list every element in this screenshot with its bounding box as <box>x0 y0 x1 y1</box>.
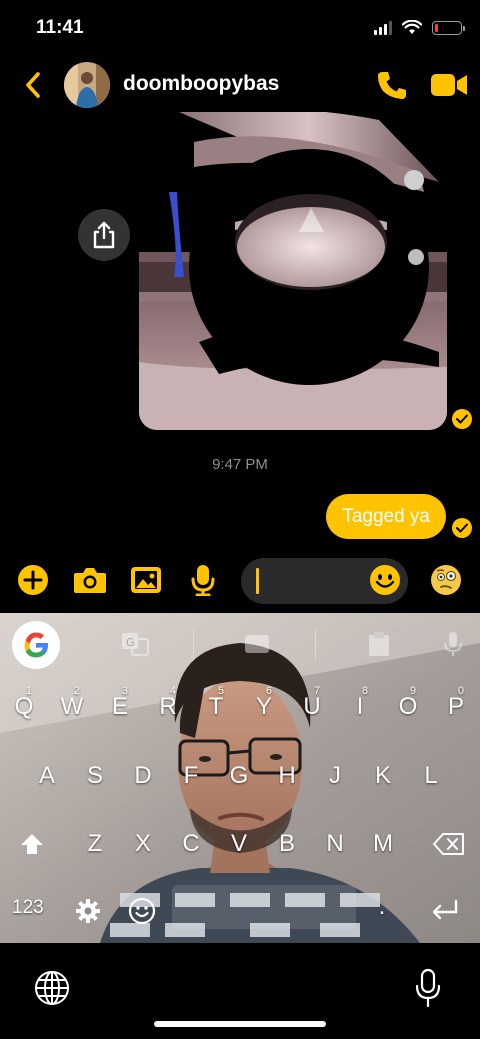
video-camera-icon <box>431 74 467 96</box>
wifi-icon <box>402 20 422 34</box>
key-l[interactable]: L <box>409 750 453 802</box>
return-key[interactable] <box>428 895 462 925</box>
avatar[interactable] <box>64 62 110 108</box>
video-call-button[interactable] <box>430 70 468 100</box>
translate-icon[interactable]: G <box>120 629 150 659</box>
image-message[interactable] <box>139 112 447 430</box>
read-receipt-icon <box>452 518 472 538</box>
key-t[interactable]: T5 <box>194 681 238 733</box>
voice-message-button[interactable] <box>186 563 220 597</box>
3d-render-image <box>139 112 447 430</box>
microphone-icon <box>191 565 215 596</box>
sticker-button[interactable] <box>429 563 463 597</box>
system-bottom-bar <box>0 943 480 1039</box>
period-key[interactable]: . <box>362 883 402 931</box>
microphone-icon <box>415 968 441 1008</box>
phone-icon <box>378 72 406 99</box>
call-button[interactable] <box>375 69 409 103</box>
check-icon <box>456 523 468 533</box>
plus-button[interactable] <box>16 563 50 597</box>
text-cursor <box>256 568 259 594</box>
camera-icon <box>74 568 106 593</box>
globe-icon <box>35 971 69 1005</box>
key-h[interactable]: H <box>265 750 309 802</box>
status-icons <box>374 20 465 35</box>
key-r[interactable]: R4 <box>146 681 190 733</box>
keyboard: G Q1 W2 E3 R4 T5 Y6 U7 I8 O9 P0 A S D F … <box>0 613 480 943</box>
google-icon <box>24 632 48 658</box>
microphone-icon[interactable] <box>438 629 468 659</box>
gear-icon <box>76 899 100 923</box>
read-receipt-icon <box>452 409 472 429</box>
key-z[interactable]: Z <box>73 818 117 870</box>
key-s[interactable]: S <box>73 750 117 802</box>
key-x[interactable]: X <box>121 818 165 870</box>
share-icon <box>93 221 115 249</box>
key-y[interactable]: Y6 <box>242 681 286 733</box>
numbers-key[interactable]: 123 <box>12 897 44 919</box>
key-k[interactable]: K <box>361 750 405 802</box>
backspace-key[interactable] <box>428 818 470 870</box>
avatar-photo <box>64 62 110 108</box>
key-b[interactable]: B <box>265 818 309 870</box>
key-f[interactable]: F <box>169 750 213 802</box>
key-a[interactable]: A <box>25 750 69 802</box>
dictation-button[interactable] <box>413 968 443 1008</box>
emoji-button[interactable] <box>369 564 401 596</box>
home-indicator[interactable] <box>154 1021 326 1027</box>
gallery-button[interactable] <box>129 563 163 597</box>
key-u[interactable]: U7 <box>290 681 334 733</box>
key-q[interactable]: Q1 <box>2 681 46 733</box>
key-g[interactable]: G <box>217 750 261 802</box>
status-bar: 11:41 <box>0 0 480 56</box>
google-search-button[interactable] <box>12 621 60 669</box>
clipboard-icon[interactable] <box>364 629 394 659</box>
toolbar-divider <box>315 629 316 661</box>
emoji-key[interactable] <box>126 895 158 927</box>
smiley-icon <box>370 565 400 595</box>
key-m[interactable]: M <box>361 818 405 870</box>
message-timestamp: 9:47 PM <box>212 456 268 473</box>
svg-text:G: G <box>126 636 135 649</box>
status-time: 11:41 <box>36 17 84 38</box>
shift-icon <box>21 834 43 854</box>
key-d[interactable]: D <box>121 750 165 802</box>
battery-level <box>435 23 438 32</box>
chat-header: doomboopybas <box>0 56 480 116</box>
keyboard-toolbar: G <box>0 613 480 675</box>
key-p[interactable]: P0 <box>434 681 478 733</box>
camera-button[interactable] <box>73 563 107 597</box>
contact-name[interactable]: doomboopybas <box>123 72 279 96</box>
key-o[interactable]: O9 <box>386 681 430 733</box>
space-key[interactable] <box>172 885 356 929</box>
shift-key[interactable] <box>12 818 52 870</box>
plus-icon <box>18 565 48 595</box>
key-w[interactable]: W2 <box>50 681 94 733</box>
thinking-face-icon <box>431 565 461 595</box>
key-i[interactable]: I8 <box>338 681 382 733</box>
cellular-signal-icon <box>374 20 392 35</box>
settings-key[interactable] <box>72 895 104 927</box>
outgoing-message[interactable]: Tagged ya <box>326 494 446 539</box>
message-composer <box>0 555 480 607</box>
share-button[interactable] <box>78 209 130 261</box>
key-e[interactable]: E3 <box>98 681 142 733</box>
key-v[interactable]: V <box>217 818 261 870</box>
key-c[interactable]: C <box>169 818 213 870</box>
key-n[interactable]: N <box>313 818 357 870</box>
smiley-icon <box>128 897 156 925</box>
image-icon <box>131 567 161 593</box>
back-button[interactable] <box>18 68 48 102</box>
gif-icon[interactable] <box>242 629 272 659</box>
backspace-icon <box>433 833 464 855</box>
chevron-left-icon <box>26 72 40 98</box>
toolbar-divider <box>193 629 194 661</box>
return-icon <box>432 899 458 920</box>
battery-icon <box>432 20 465 35</box>
check-icon <box>456 414 468 424</box>
key-j[interactable]: J <box>313 750 357 802</box>
language-switch-button[interactable] <box>34 970 70 1006</box>
